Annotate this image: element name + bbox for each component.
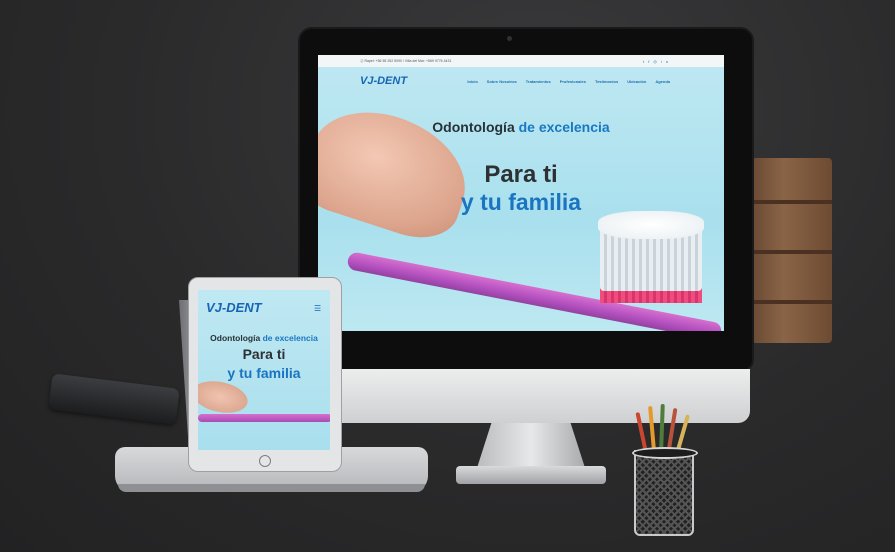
- hero-subtitle-accent: de excelencia: [262, 333, 318, 343]
- menu-item-agenda[interactable]: Agenda: [655, 79, 670, 84]
- hero-title-line2: y tu familia: [227, 365, 301, 381]
- desktop-website-screen: Ⓙ Rapel: +56 55 252 5090 / Villa del Mar…: [318, 55, 724, 331]
- mockup-scene: Ⓙ Rapel: +56 55 252 5090 / Villa del Mar…: [0, 0, 895, 552]
- pencil-cup-rim: [632, 447, 698, 459]
- webcam-icon: [507, 36, 512, 41]
- monitor-base: [456, 466, 606, 484]
- hero-title-line1: Para ti: [242, 346, 286, 362]
- home-button-icon: [259, 455, 271, 467]
- finger-image: [198, 376, 251, 418]
- pencil: [659, 403, 665, 449]
- hero-subtitle: Odontología de excelencia: [318, 119, 724, 135]
- menu-item-tratamientos[interactable]: Tratamientos: [526, 79, 551, 84]
- menu-item-sobre-nosotros[interactable]: Sobre Nosotros: [487, 79, 517, 84]
- linkedin-icon[interactable]: in: [661, 59, 672, 64]
- menu-item-testimonios[interactable]: Testimonios: [595, 79, 618, 84]
- crate-slat: [752, 200, 832, 204]
- hero-subtitle-plain: Odontología: [210, 333, 261, 343]
- instagram-icon[interactable]: ◎: [653, 59, 661, 64]
- menu-item-profesionales[interactable]: Profesionales: [560, 79, 586, 84]
- site-navbar: VJ-DENT Inicio Sobre Nosotros Tratamient…: [318, 67, 724, 95]
- tablet-website-screen: VJ-DENT ☰ Odontología de excelencia Para…: [198, 290, 330, 450]
- toothbrush-handle: [198, 414, 330, 422]
- crate-slat: [752, 300, 832, 304]
- menu-item-ubicacion[interactable]: Ubicación: [627, 79, 646, 84]
- main-menu: Inicio Sobre Nosotros Tratamientos Profe…: [467, 79, 670, 84]
- menu-item-inicio[interactable]: Inicio: [467, 79, 477, 84]
- hero-subtitle-accent: de excelencia: [518, 119, 610, 135]
- site-logo[interactable]: VJ-DENT: [206, 300, 262, 315]
- smartphone: [48, 373, 180, 425]
- hero-title-line2: y tu familia: [460, 189, 582, 215]
- social-icons[interactable]: tf◎in: [643, 59, 672, 64]
- hero-subtitle-plain: Odontología: [432, 119, 515, 135]
- laptop-edge: [118, 484, 425, 492]
- contact-phones: Ⓙ Rapel: +56 55 252 5090 / Villa del Mar…: [360, 58, 452, 63]
- crate-slat: [752, 250, 832, 254]
- monitor-chin: [298, 369, 750, 423]
- site-topbar: Ⓙ Rapel: +56 55 252 5090 / Villa del Mar…: [318, 55, 724, 67]
- hero-title-line1: Para ti: [484, 161, 558, 188]
- pencil-cup: [634, 450, 694, 536]
- hero-subtitle: Odontología de excelencia: [198, 333, 330, 343]
- site-logo[interactable]: VJ-DENT: [360, 75, 407, 87]
- monitor-stand: [476, 423, 586, 471]
- hamburger-menu-icon[interactable]: ☰: [314, 304, 321, 313]
